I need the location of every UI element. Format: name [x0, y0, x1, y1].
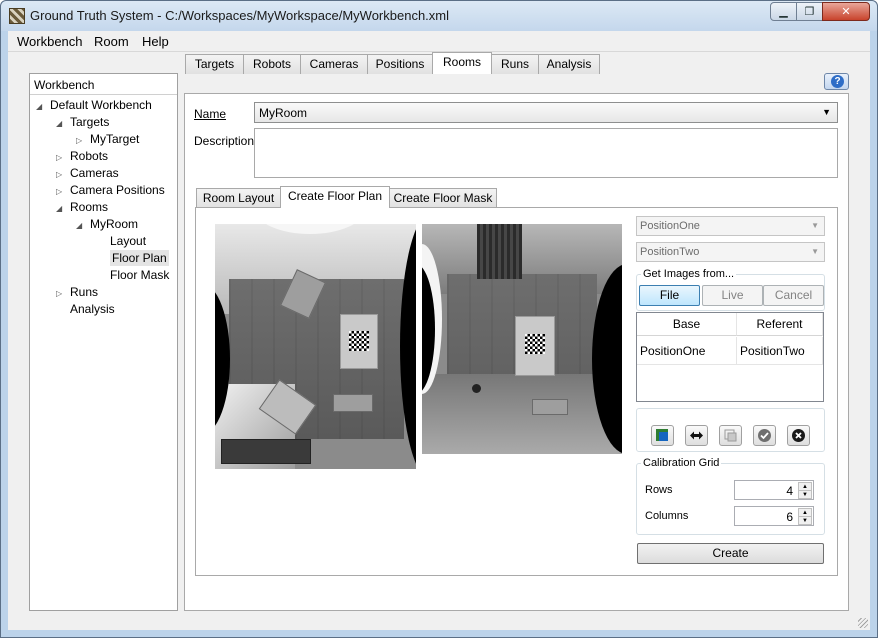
description-label: Description	[194, 134, 255, 148]
cancel-button[interactable]: Cancel	[763, 285, 824, 306]
subtab-create-floor-plan[interactable]: Create Floor Plan	[280, 186, 390, 208]
spin-down-icon[interactable]: ▼	[798, 516, 812, 525]
tree-item-floor-plan[interactable]: Floor Plan	[96, 250, 169, 268]
tree-item-runs[interactable]: ▷ Runs	[56, 285, 98, 302]
table-cell[interactable]: PositionTwo	[737, 337, 823, 365]
tree-item-rooms[interactable]: ◢ Rooms	[56, 200, 108, 217]
tree-item-robots[interactable]: ▷ Robots	[56, 149, 108, 166]
tree-item-camera-positions[interactable]: ▷ Camera Positions	[56, 183, 165, 200]
calibration-checkerboard	[525, 334, 545, 354]
columns-spinbox[interactable]: 6 ▲ ▼	[734, 506, 814, 526]
chevron-down-icon: ▼	[811, 247, 819, 256]
position-one-combo[interactable]: PositionOne ▼	[636, 216, 825, 236]
check-icon	[758, 429, 771, 442]
subtab-create-floor-mask[interactable]: Create Floor Mask	[389, 188, 497, 208]
tree-item-myroom[interactable]: ◢ MyRoom	[76, 217, 138, 234]
copy-icon	[724, 429, 737, 442]
description-field[interactable]	[254, 128, 838, 178]
tab-rooms[interactable]: Rooms	[432, 52, 492, 74]
app-window: Ground Truth System - C:/Workspaces/MyWo…	[0, 0, 878, 638]
help-button[interactable]: ?	[824, 73, 849, 90]
create-button[interactable]: Create	[637, 543, 824, 564]
copy-button[interactable]	[719, 425, 742, 446]
collapsed-arrow-icon[interactable]: ▷	[56, 187, 70, 196]
tab-robots[interactable]: Robots	[243, 54, 301, 74]
get-images-group: Get Images from... File Live Cancel	[636, 268, 825, 311]
tree-header: Workbench	[30, 74, 177, 95]
swap-button[interactable]	[685, 425, 708, 446]
calibration-checkerboard	[349, 331, 369, 351]
image-tools-group	[636, 408, 825, 452]
calibration-grid-group: Calibration Grid Rows 4 ▲ ▼ Columns 6 ▲ …	[636, 457, 825, 535]
title-bar: Ground Truth System - C:/Workspaces/MyWo…	[1, 1, 877, 31]
name-combo[interactable]: MyRoom ▼	[254, 102, 838, 123]
file-button[interactable]: File	[639, 285, 700, 306]
floor-plan-panel: PositionOne ▼ PositionTwo ▼ Get Images f…	[195, 207, 838, 576]
workbench-tree[interactable]: Workbench ◢ Default Workbench ◢ Targets ▷ M…	[29, 73, 178, 611]
tree-item-default-workbench[interactable]: ◢ Default Workbench	[36, 98, 152, 115]
tab-runs[interactable]: Runs	[491, 54, 539, 74]
camera-image-two[interactable]	[422, 224, 622, 454]
window-title: Ground Truth System - C:/Workspaces/MyWo…	[30, 8, 450, 23]
tree-item-layout[interactable]: Layout	[96, 234, 146, 251]
remove-icon	[792, 429, 805, 442]
expanded-arrow-icon[interactable]: ◢	[76, 221, 90, 230]
expanded-arrow-icon[interactable]: ◢	[56, 204, 70, 213]
tab-positions[interactable]: Positions	[367, 54, 433, 74]
tab-cameras[interactable]: Cameras	[300, 54, 368, 74]
live-button[interactable]: Live	[702, 285, 763, 306]
menu-workbench[interactable]: Workbench	[17, 34, 83, 49]
client-area: Workbench ◢ Default Workbench ◢ Targets ▷ M…	[8, 52, 870, 630]
position-two-combo[interactable]: PositionTwo ▼	[636, 242, 825, 262]
name-label: Name	[194, 107, 227, 121]
menu-room[interactable]: Room	[94, 34, 129, 49]
tree-item-targets[interactable]: ◢ Targets	[56, 115, 109, 132]
columns-label: Columns	[645, 510, 689, 522]
rows-label: Rows	[645, 484, 673, 496]
column-header-base[interactable]: Base	[637, 313, 737, 336]
rows-spinbox[interactable]: 4 ▲ ▼	[734, 480, 814, 500]
minimize-button[interactable]: ▁	[770, 2, 797, 21]
table-cell[interactable]: PositionOne	[637, 337, 737, 365]
chevron-down-icon: ▼	[811, 221, 819, 230]
rooms-panel: Name MyRoom ▼ Description Room Layout Cr…	[184, 93, 849, 611]
calibration-grid-title: Calibration Grid	[641, 457, 722, 469]
close-button[interactable]: ✕	[822, 2, 870, 21]
collapsed-arrow-icon[interactable]: ▷	[56, 289, 70, 298]
collapsed-arrow-icon[interactable]: ▷	[76, 136, 90, 145]
spin-down-icon[interactable]: ▼	[798, 490, 812, 499]
resize-grip[interactable]	[858, 618, 868, 628]
maximize-button[interactable]: ❐	[796, 2, 823, 21]
tree-item-floor-mask[interactable]: Floor Mask	[96, 268, 169, 285]
tree-item-cameras[interactable]: ▷ Cameras	[56, 166, 119, 183]
tab-analysis[interactable]: Analysis	[538, 54, 600, 74]
expanded-arrow-icon[interactable]: ◢	[56, 119, 70, 128]
help-icon: ?	[831, 75, 844, 88]
swap-arrows-icon	[690, 431, 703, 440]
menu-bar: Workbench Room Help	[8, 31, 870, 52]
camera-image-one[interactable]	[215, 224, 416, 469]
column-header-referent[interactable]: Referent	[737, 313, 823, 336]
remove-button[interactable]	[787, 425, 810, 446]
chevron-down-icon: ▼	[822, 107, 831, 117]
app-icon	[9, 8, 25, 24]
tab-targets[interactable]: Targets	[185, 54, 244, 74]
tree-item-mytarget[interactable]: ▷ MyTarget	[76, 132, 139, 149]
add-image-button[interactable]	[651, 425, 674, 446]
get-images-title: Get Images from...	[641, 268, 737, 280]
accept-button[interactable]	[753, 425, 776, 446]
collapsed-arrow-icon[interactable]: ▷	[56, 153, 70, 162]
menu-help[interactable]: Help	[142, 34, 169, 49]
collapsed-arrow-icon[interactable]: ▷	[56, 170, 70, 179]
expanded-arrow-icon[interactable]: ◢	[36, 102, 50, 111]
tree-item-analysis[interactable]: Analysis	[56, 302, 115, 319]
subtab-room-layout[interactable]: Room Layout	[196, 188, 281, 208]
add-image-icon	[656, 429, 668, 441]
image-pairs-table[interactable]: Base Referent PositionOne PositionTwo	[636, 312, 824, 402]
